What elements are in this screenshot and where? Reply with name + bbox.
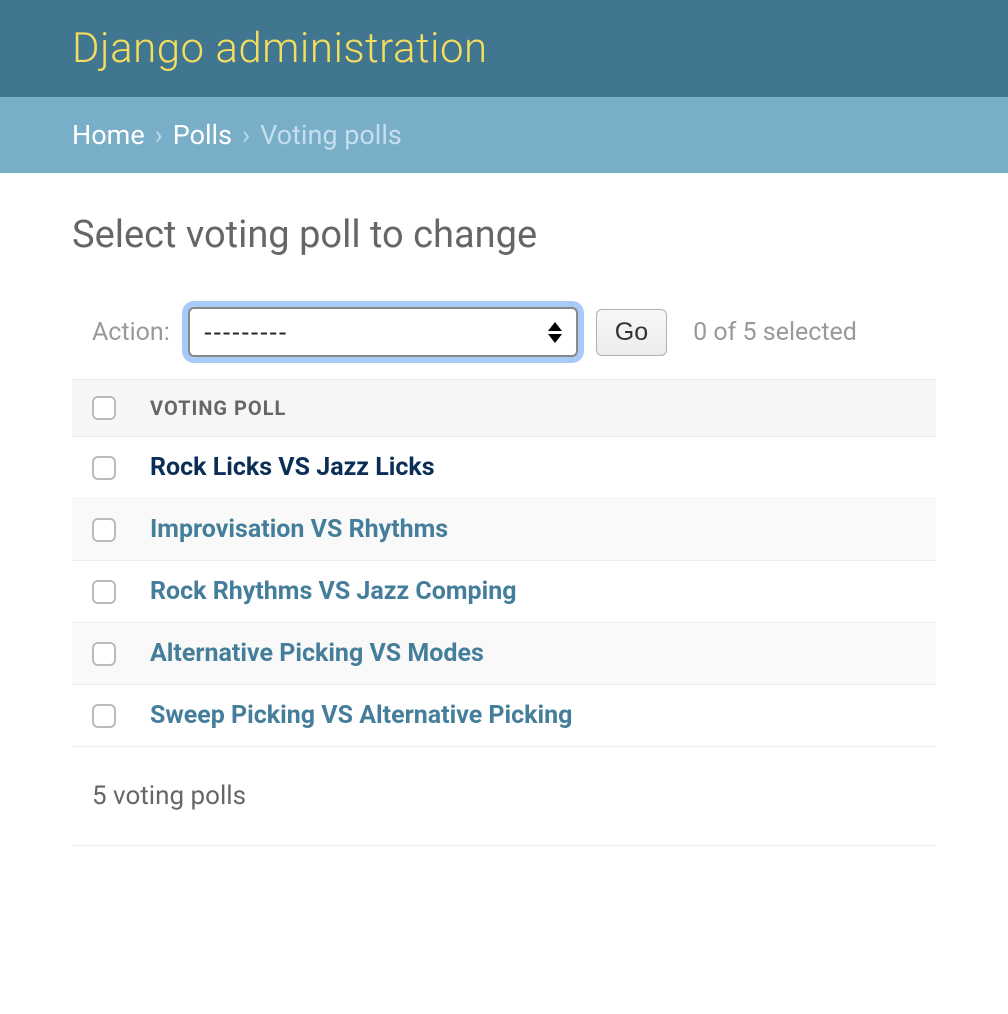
column-header-voting-poll[interactable]: VOTING POLL: [150, 396, 286, 420]
row-link[interactable]: Sweep Picking VS Alternative Picking: [150, 701, 572, 730]
go-button[interactable]: Go: [596, 309, 667, 356]
page-title: Select voting poll to change: [72, 213, 936, 257]
action-label: Action:: [92, 318, 170, 347]
action-select-value: ---------: [204, 318, 548, 347]
site-title: Django administration: [72, 24, 936, 73]
row-link[interactable]: Rock Rhythms VS Jazz Comping: [150, 577, 517, 606]
row-link[interactable]: Alternative Picking VS Modes: [150, 639, 484, 668]
selection-count: 0 of 5 selected: [693, 318, 857, 347]
row-link[interactable]: Improvisation VS Rhythms: [150, 515, 448, 544]
table-row: Rock Rhythms VS Jazz Comping: [72, 561, 936, 623]
row-checkbox[interactable]: [92, 456, 116, 480]
row-checkbox[interactable]: [92, 518, 116, 542]
table-row: Rock Licks VS Jazz Licks: [72, 437, 936, 499]
row-link[interactable]: Rock Licks VS Jazz Licks: [150, 453, 435, 482]
breadcrumb-home-link[interactable]: Home: [72, 119, 145, 151]
action-select[interactable]: ---------: [188, 307, 578, 357]
content: Select voting poll to change Action: ---…: [0, 173, 1008, 886]
changelist-table: VOTING POLL Rock Licks VS Jazz Licks Impr…: [72, 379, 936, 846]
site-header: Django administration: [0, 0, 1008, 97]
select-all-checkbox[interactable]: [92, 396, 116, 420]
row-checkbox[interactable]: [92, 642, 116, 666]
row-checkbox[interactable]: [92, 580, 116, 604]
breadcrumb-separator: ›: [236, 119, 256, 151]
table-row: Alternative Picking VS Modes: [72, 623, 936, 685]
table-header-row: VOTING POLL: [72, 380, 936, 437]
table-row: Sweep Picking VS Alternative Picking: [72, 685, 936, 747]
breadcrumb-current: Voting polls: [260, 119, 402, 151]
select-arrows-icon: [548, 322, 562, 343]
breadcrumb-app-link[interactable]: Polls: [173, 119, 232, 151]
result-count: 5 voting polls: [72, 747, 936, 846]
breadcrumb-separator: ›: [149, 119, 169, 151]
row-checkbox[interactable]: [92, 704, 116, 728]
breadcrumb: Home › Polls › Voting polls: [0, 97, 1008, 173]
table-row: Improvisation VS Rhythms: [72, 499, 936, 561]
action-bar: Action: --------- Go 0 of 5 selected: [72, 307, 936, 357]
